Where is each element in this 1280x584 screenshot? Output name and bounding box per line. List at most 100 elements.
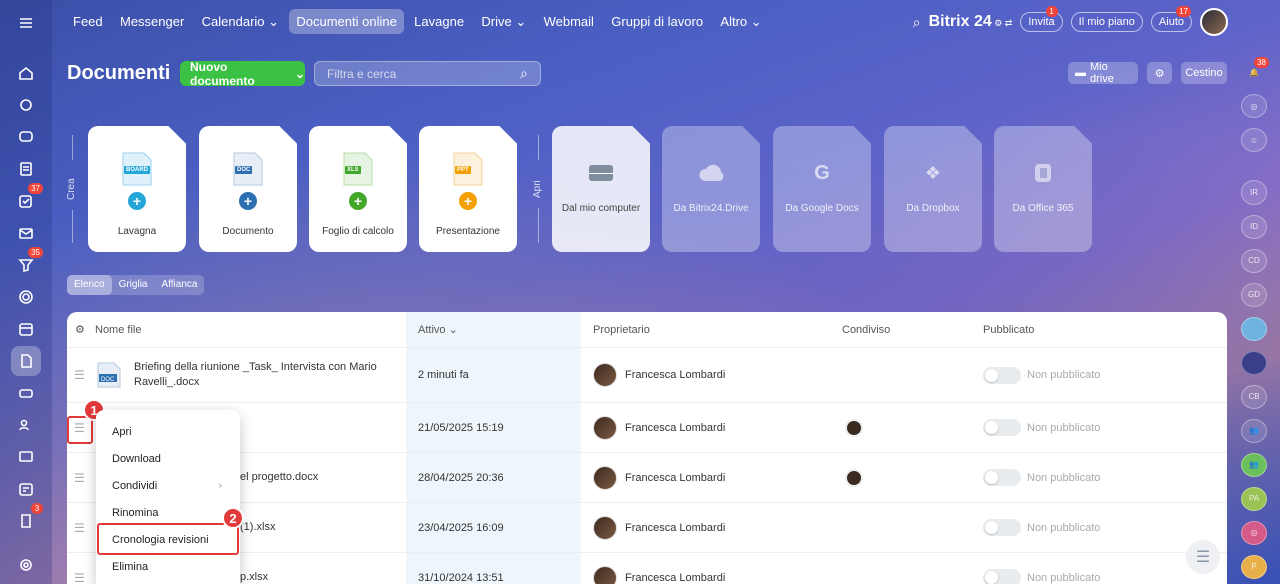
open-from-bitrix-drive-tile[interactable]: Da Bitrix24.Drive (662, 126, 760, 252)
avatar-photo-1[interactable] (1241, 316, 1267, 341)
contacts-icon[interactable] (11, 410, 41, 440)
publish-toggle[interactable] (983, 569, 1021, 584)
target-icon[interactable] (11, 282, 41, 312)
document-list-icon[interactable] (11, 154, 41, 184)
row-menu-icon[interactable]: ☰ (74, 348, 85, 402)
shared-avatar[interactable] (845, 453, 863, 502)
publish-toggle[interactable] (983, 519, 1021, 536)
search-input[interactable] (327, 66, 507, 81)
file-name[interactable]: el progetto.docx (240, 453, 318, 502)
funnel-icon[interactable]: 35 (11, 247, 43, 280)
table-row[interactable]: ☰ 21/05/2025 15:19 Francesca Lombardi No… (67, 403, 1227, 453)
search-icon[interactable]: ⌕ (520, 65, 528, 82)
create-spreadsheet-tile[interactable]: XLS + Foglio di calcolo (309, 126, 407, 252)
tasks-icon[interactable]: 37 (11, 183, 43, 216)
create-document-tile[interactable]: DOC + Documento (199, 126, 297, 252)
group-avatar-2[interactable]: 👥 (1241, 452, 1267, 477)
documents-icon[interactable] (11, 346, 41, 376)
settings-icon[interactable] (11, 550, 41, 580)
nav-drive[interactable]: Drive ⌄ (474, 9, 533, 35)
owner-cell[interactable]: Francesca Lombardi (593, 503, 725, 552)
sites-icon[interactable] (11, 442, 41, 472)
menu-item-download[interactable]: Download (96, 445, 240, 472)
table-row[interactable]: ☰ DOC Briefing della riunione _Task_ Int… (67, 348, 1227, 403)
nav-calendar[interactable]: Calendario ⌄ (195, 9, 286, 35)
my-drive-button[interactable]: ▬ Mio drive (1068, 61, 1138, 85)
mail-icon[interactable] (11, 218, 41, 248)
menu-item-delete[interactable]: Elimina (96, 553, 240, 580)
shared-avatar[interactable] (845, 403, 863, 452)
help-button[interactable]: Aiuto 17 (1150, 6, 1192, 32)
invite-button[interactable]: Invita 1 (1020, 6, 1063, 32)
publish-toggle[interactable] (983, 419, 1021, 436)
create-board-tile[interactable]: BOARD + Lavagna (88, 126, 186, 252)
menu-item-open[interactable]: Apri (96, 418, 240, 445)
feed-icon[interactable] (11, 90, 41, 120)
file-name[interactable]: (1).xlsx (240, 503, 275, 552)
reports-icon[interactable]: 3 (11, 503, 43, 536)
target-avatar[interactable]: ◎ (1241, 520, 1267, 545)
nav-boards[interactable]: Lavagne (407, 9, 471, 34)
avatar-p[interactable]: P (1241, 554, 1267, 580)
home-icon[interactable] (11, 58, 41, 88)
open-from-office365-tile[interactable]: Da Office 365 (994, 126, 1092, 252)
drive-icon[interactable] (11, 378, 41, 408)
publish-toggle[interactable] (983, 469, 1021, 486)
menu-item-rename[interactable]: Rinomina (96, 499, 240, 526)
trash-button[interactable]: Cestino (1181, 62, 1227, 84)
column-published[interactable]: Pubblicato (983, 312, 1034, 347)
column-settings-icon[interactable]: ⚙ (75, 312, 85, 347)
file-name[interactable]: Briefing della riunione _Task_ Intervist… (134, 348, 394, 402)
open-from-computer-tile[interactable]: Dal mio computer (552, 126, 650, 252)
nav-more[interactable]: Altro ⌄ (713, 9, 768, 35)
table-row[interactable]: ☰ el progetto.docx 28/04/2025 20:36 Fran… (67, 453, 1227, 503)
create-presentation-tile[interactable]: PPT + Presentazione (419, 126, 517, 252)
file-name[interactable]: p.xlsx (240, 553, 268, 584)
avatar-gd[interactable]: GD (1241, 282, 1267, 307)
avatar-pa[interactable]: PA (1241, 486, 1267, 511)
owner-cell[interactable]: Francesca Lombardi (593, 553, 725, 584)
booking-icon[interactable] (11, 474, 41, 504)
avatar-ir[interactable]: IR (1241, 180, 1267, 205)
row-menu-icon[interactable]: ☰ (74, 453, 85, 502)
calendar-icon[interactable] (11, 314, 41, 344)
row-menu-icon[interactable]: ☰ (74, 553, 85, 584)
nav-feed[interactable]: Feed (66, 9, 110, 34)
column-owner[interactable]: Proprietario (593, 312, 650, 347)
search-icon[interactable]: ⌕ (913, 14, 921, 31)
my-plan-button[interactable]: Il mio piano (1070, 12, 1143, 32)
open-from-google-docs-tile[interactable]: G Da Google Docs (773, 126, 871, 252)
table-row[interactable]: ☰ p.xlsx 31/10/2024 13:51 Francesca Lomb… (67, 553, 1227, 584)
open-from-dropbox-tile[interactable]: ❖ Da Dropbox (884, 126, 982, 252)
owner-cell[interactable]: Francesca Lombardi (593, 348, 725, 402)
view-list[interactable]: Elenco (67, 275, 112, 295)
avatar-cd[interactable]: CD (1241, 248, 1267, 273)
new-document-button[interactable]: Nuovo documento ⌄ (180, 60, 305, 88)
avatar-cb[interactable]: CB (1241, 384, 1267, 409)
copilot-icon[interactable]: ◎ (1241, 93, 1267, 119)
publish-toggle[interactable] (983, 366, 1021, 384)
avatar-id[interactable]: ID (1241, 214, 1267, 239)
list-menu-icon[interactable]: ☰ (1186, 540, 1220, 574)
column-shared[interactable]: Condiviso (842, 312, 890, 347)
avatar-photo-2[interactable] (1241, 350, 1267, 375)
owner-cell[interactable]: Francesca Lombardi (593, 453, 725, 502)
column-name[interactable]: Nome file (95, 312, 141, 347)
menu-icon[interactable] (11, 8, 41, 38)
settings-gear-button[interactable]: ⚙ (1147, 62, 1172, 84)
chat-icon[interactable] (11, 122, 41, 152)
chat-support-icon[interactable]: ☺ (1241, 128, 1267, 153)
group-avatar-1[interactable]: 👥 (1241, 418, 1267, 443)
view-grid[interactable]: Griglia (112, 275, 155, 295)
column-active[interactable]: Attivo ⌄ (406, 312, 581, 347)
view-tile[interactable]: Affianca (154, 275, 204, 295)
menu-item-share[interactable]: Condividi › (96, 472, 240, 499)
row-menu-icon[interactable]: ☰ (74, 503, 85, 552)
nav-workgroups[interactable]: Gruppi di lavoro (604, 9, 710, 34)
bell-icon[interactable]: 🔔 38 (1241, 57, 1269, 84)
nav-documents-online[interactable]: Documenti online (289, 9, 404, 34)
search-box[interactable]: ⌕ (314, 61, 541, 86)
nav-webmail[interactable]: Webmail (537, 9, 601, 34)
user-avatar[interactable] (1200, 8, 1228, 36)
owner-cell[interactable]: Francesca Lombardi (593, 403, 725, 452)
